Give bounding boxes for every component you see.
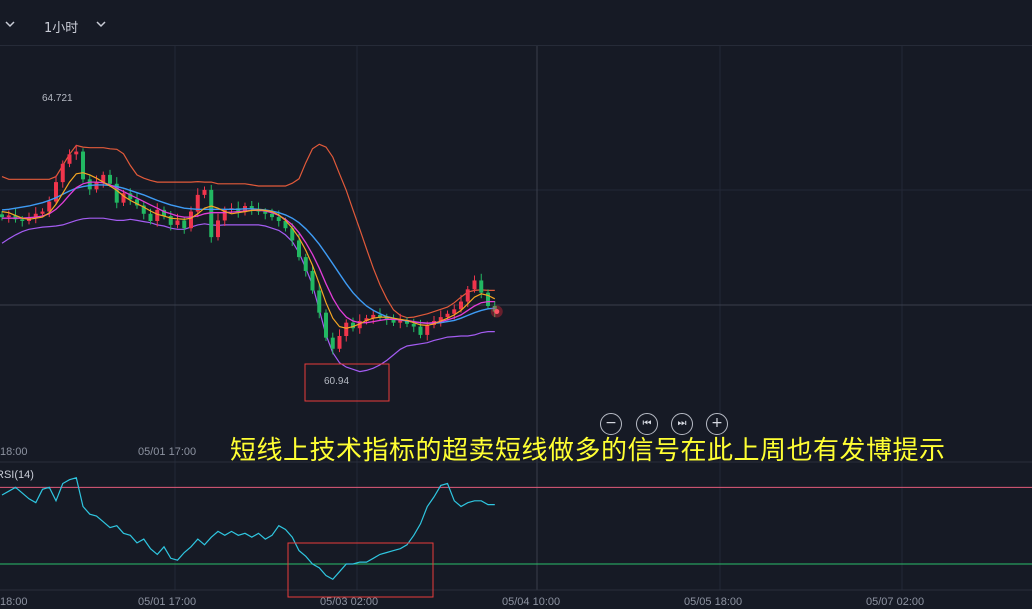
candle-body [418,326,423,335]
boll-upper-line [1,143,495,319]
candle-body [94,182,99,190]
low-price-label: 60.94 [324,376,349,387]
candle-body [202,189,207,195]
boll-lower-line [1,217,495,373]
candle-body [182,220,187,229]
candle-body [337,336,342,349]
candle-body [81,151,85,180]
candle-body [479,280,484,293]
candle-body [40,211,45,214]
main-x-tick: 18:00 [0,446,28,458]
candle-body [330,337,335,349]
candle-body [344,322,349,336]
candle-body [67,154,72,164]
candle-body [74,151,79,155]
candle-body [0,214,4,218]
rsi-x-tick: 05/04 10:00 [502,596,560,608]
candle-body [148,213,153,221]
candle-body [108,174,112,184]
rsi-x-tick: 05/07 02:00 [866,596,924,608]
candle-body [216,220,220,238]
candle-body [297,240,301,258]
rsi-panel: RSI(14) [0,469,1032,598]
ma-long-line [1,184,495,324]
candle-body [445,313,450,318]
rsi-x-tick: 05/01 17:00 [138,596,196,608]
candle-body [270,213,274,218]
candle-body [303,257,308,271]
grid-lines [0,46,1032,591]
candle-body [155,209,160,221]
candle-body [175,220,180,225]
candle-body [459,301,463,310]
candle-body [324,312,328,338]
last-price-dot [494,309,500,315]
candle-body [60,163,65,183]
candle-body [310,271,315,291]
rsi-highlight-box [287,542,434,598]
rsi-x-tick: 18:00 [0,596,28,608]
candle-body [20,219,25,221]
candle-body [472,280,477,290]
rsi-x-tick: 05/05 18:00 [684,596,742,608]
candle-body [317,290,322,313]
rsi-label: RSI(14) [0,469,34,481]
candle-body [452,309,457,314]
price-markers: 64.721 60.94 [42,93,503,402]
candle-body [425,324,430,335]
candle-body [87,179,92,190]
rsi-x-tick: 05/03 02:00 [320,596,378,608]
candle-body [6,215,11,218]
candle-body [411,323,416,327]
candle-body [276,217,281,221]
annotation-text: 短线上技术指标的超卖短线做多的信号在此上周也有发博提示 [230,436,946,466]
candle-body [189,211,193,229]
ma-mid-line [2,181,495,324]
candle-body [465,289,470,302]
main-x-tick: 05/01 17:00 [138,446,196,458]
price-chart[interactable]: 64.72160.94 RSI(14) 18:0005/01 17:0018:0… [0,0,1032,609]
high-price-label: 64.721 [42,93,73,104]
time-axis: 18:00 05/01 17:00 18:00 05/01 17:00 05/03 02… [0,446,924,608]
